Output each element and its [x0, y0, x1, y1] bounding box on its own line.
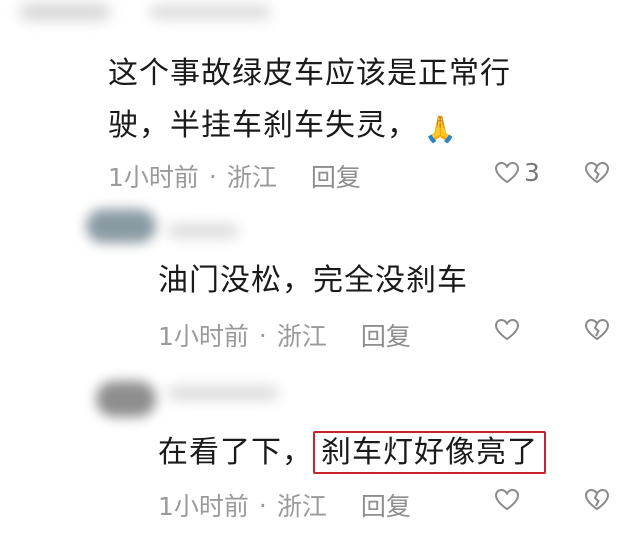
comment-actions [494, 488, 610, 512]
heart-outline-icon [494, 488, 520, 512]
timestamp: 1小时前 [158, 492, 249, 521]
heart-outline-icon [494, 318, 520, 342]
comment-actions [494, 318, 610, 342]
username-blurred [20, 4, 110, 20]
comment-text-line: 油门没松，完全没刹车 [158, 263, 468, 298]
comment-item: 油门没松，完全没刹车 1小时前 · 浙江 回复 [0, 195, 640, 365]
broken-heart-icon [584, 488, 610, 512]
like-count: 3 [524, 158, 540, 187]
heart-outline-icon [494, 161, 520, 185]
separator-dot: · [208, 161, 217, 191]
comment-item: 在看了下， 刹车灯好像亮了 1小时前 · 浙江 回复 [0, 365, 640, 543]
comment-text-line: 在看了下， [158, 435, 313, 470]
avatar-blurred [96, 381, 156, 417]
comment-actions: 3 [494, 158, 610, 187]
comment-text: 驶，半挂车刹车失灵， 🙏 [108, 104, 457, 152]
like-button[interactable] [494, 318, 540, 342]
comment-meta: 1小时前 · 浙江 回复 [108, 158, 361, 194]
timestamp: 1小时前 [158, 322, 249, 351]
comment-meta: 1小时前 · 浙江 回复 [158, 487, 411, 523]
comment-text-line: 驶，半挂车刹车失灵， [108, 108, 418, 143]
comment-text-line: 这个事故绿皮车应该是正常行 [108, 56, 511, 91]
comment-item: 这个事故绿皮车应该是正常行 驶，半挂车刹车失灵， 🙏 1小时前 · 浙江 回复 3 [0, 0, 640, 195]
reply-button[interactable]: 回复 [311, 158, 361, 194]
comment-text: 这个事故绿皮车应该是正常行 [108, 52, 511, 96]
folded-hands-emoji: 🙏 [424, 115, 458, 145]
like-button[interactable] [494, 488, 540, 512]
location: 浙江 [276, 492, 327, 521]
broken-heart-icon [584, 318, 610, 342]
location: 浙江 [226, 163, 277, 192]
dislike-button[interactable] [584, 488, 610, 512]
broken-heart-icon [584, 161, 610, 185]
comment-text: 油门没松，完全没刹车 [158, 259, 468, 303]
location: 浙江 [276, 322, 327, 351]
avatar-blurred [86, 209, 156, 243]
dislike-button[interactable] [584, 161, 610, 185]
username-blurred [150, 6, 270, 18]
reply-button[interactable]: 回复 [361, 487, 411, 523]
comment-meta: 1小时前 · 浙江 回复 [158, 317, 411, 353]
highlighted-text-box: 刹车灯好像亮了 [313, 431, 546, 474]
timestamp: 1小时前 [108, 163, 199, 192]
separator-dot: · [258, 490, 267, 520]
username-blurred [168, 225, 238, 237]
username-blurred [168, 387, 278, 399]
separator-dot: · [258, 320, 267, 350]
like-button[interactable]: 3 [494, 158, 540, 187]
dislike-button[interactable] [584, 318, 610, 342]
comment-text: 在看了下， 刹车灯好像亮了 [158, 431, 546, 475]
reply-button[interactable]: 回复 [361, 317, 411, 353]
